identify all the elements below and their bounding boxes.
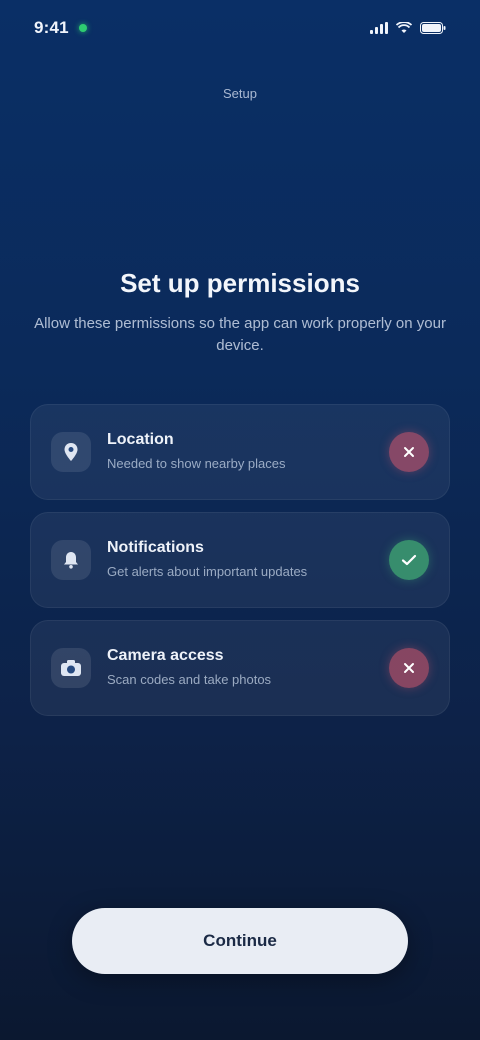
permission-title: Camera access — [107, 647, 224, 664]
permission-description: Needed to show nearby places — [107, 456, 286, 471]
page-title: Set up permissions — [120, 268, 360, 298]
wifi-icon — [396, 20, 412, 36]
status-left: 9:41 — [34, 18, 87, 38]
page-subtitle: Setup — [223, 86, 257, 101]
signal-icon — [370, 20, 388, 36]
recording-indicator — [78, 24, 87, 32]
permission-title: Location — [107, 431, 174, 448]
status-granted-icon[interactable] — [389, 540, 429, 580]
permission-description: Scan codes and take photos — [107, 672, 272, 687]
permission-description: Get alerts about important updates — [107, 564, 308, 579]
permission-item-notifications[interactable]: Notifications Get alerts about important… — [30, 512, 450, 608]
permission-text: Notifications Get alerts about important… — [107, 539, 373, 581]
permission-item-camera[interactable]: Camera access Scan codes and take photos — [30, 620, 450, 716]
status-denied-icon[interactable] — [389, 432, 429, 472]
permission-item-location[interactable]: Location Needed to show nearby places — [30, 404, 450, 500]
status-bar: 9:41 — [0, 0, 480, 56]
status-time: 9:41 — [34, 18, 69, 37]
camera-icon — [51, 648, 91, 688]
continue-button[interactable]: Continue — [72, 908, 408, 974]
location-icon — [51, 432, 91, 472]
permissions-list: Location Needed to show nearby places No… — [30, 404, 450, 716]
status-denied-icon[interactable] — [389, 648, 429, 688]
bell-icon — [51, 540, 91, 580]
permission-text: Location Needed to show nearby places — [107, 431, 373, 473]
permission-text: Camera access Scan codes and take photos — [107, 647, 373, 689]
page-description: Allow these permissions so the app can w… — [34, 315, 446, 354]
battery-icon — [420, 20, 446, 36]
heading-block: Set up permissions Allow these permissio… — [30, 268, 450, 357]
status-right — [370, 20, 446, 36]
permission-title: Notifications — [107, 539, 204, 556]
